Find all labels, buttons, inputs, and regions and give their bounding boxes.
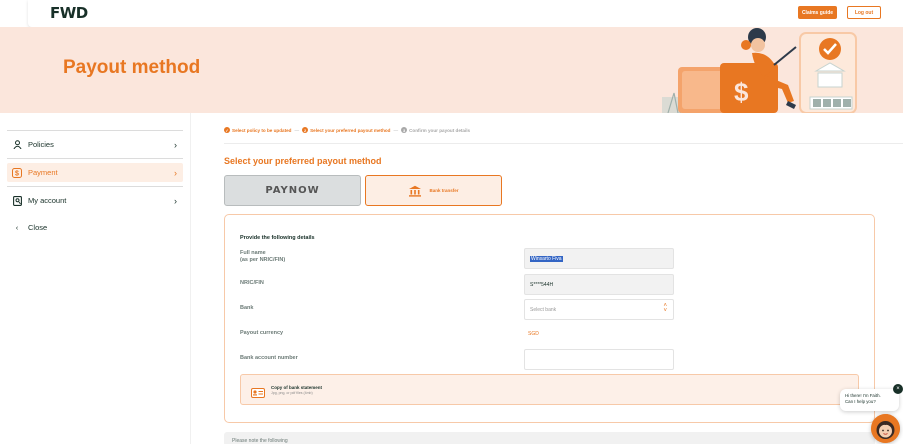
sidebar-item-my-account[interactable]: My account › [7, 191, 183, 210]
assistant-avatar-icon [871, 414, 900, 443]
nric-field[interactable]: S****544H [524, 274, 674, 295]
hero-banner: Payout method $ [0, 27, 903, 113]
sidebar-divider [7, 186, 183, 187]
sidebar-item-close[interactable]: ‹ Close [7, 218, 183, 237]
upload-title: Copy of bank statement [271, 385, 323, 390]
sidebar-item-label: Payment [28, 168, 58, 177]
payout-currency-value: SGD [528, 331, 539, 337]
step-select-policy: ✓ Select policy to be updated [224, 127, 292, 133]
sidebar-divider [7, 158, 183, 159]
step-separator: — [393, 127, 399, 133]
full-name-field[interactable]: Winsarto Fiva [524, 248, 674, 269]
upload-hint: Jpg, png, or pdf files (4mb) [271, 391, 313, 395]
step-current-icon: 2 [302, 127, 309, 133]
chevron-right-icon: › [174, 139, 177, 150]
chat-greeting-bubble[interactable]: Hi there! I'm Faith. Can I help you? [840, 389, 899, 411]
claims-guide-button[interactable]: Claims guide [798, 6, 837, 19]
select-arrows-icon: ˄ ˅ [663, 303, 667, 314]
section-title: Select your preferred payout method [224, 156, 382, 166]
step-done-icon: ✓ [224, 127, 230, 133]
paynow-option[interactable]: PAYNOW [224, 175, 361, 206]
chevron-left-icon: ‹ [15, 223, 19, 232]
user-icon [11, 140, 23, 149]
svg-text:$: $ [15, 170, 19, 177]
sidebar-item-label: Policies [28, 140, 54, 149]
notes-label: Please note the following [232, 438, 288, 444]
progress-stepper: ✓ Select policy to be updated — 2 Select… [224, 127, 470, 133]
chevron-right-icon: › [174, 195, 177, 206]
step-separator: — [294, 127, 300, 133]
bank-statement-upload[interactable]: Copy of bank statement Jpg, png, or pdf … [240, 374, 859, 405]
id-card-icon [251, 385, 265, 403]
nric-value: S****544H [530, 281, 554, 288]
hero-illustration: $ [662, 28, 857, 113]
notes-section: Please note the following [224, 432, 875, 444]
bank-account-label: Bank account number [240, 355, 298, 361]
paynow-logo: PAYNOW [265, 185, 320, 196]
dollar-icon: $ [11, 167, 23, 178]
full-name-label: Full name (as per NRIC/FIN) [240, 250, 286, 263]
details-heading: Provide the following details [240, 235, 315, 241]
top-navigation-bar: FWD Claims guide Log out [28, 0, 903, 27]
sidebar-item-policies[interactable]: Policies › [7, 135, 183, 154]
chat-avatar[interactable] [871, 414, 900, 443]
sidebar-item-label: My account [28, 196, 67, 205]
fwd-logo[interactable]: FWD [50, 4, 88, 22]
bank-account-input[interactable] [524, 349, 674, 370]
svg-text:$: $ [734, 77, 749, 107]
divider [224, 143, 903, 144]
sidebar: Policies › $ Payment › My account › ‹ Cl… [0, 113, 191, 444]
step-pending-icon: 3 [401, 127, 408, 133]
bank-icon [408, 185, 422, 197]
document-icon [11, 195, 23, 206]
step-confirm-details: 3 Confirm your payout details [401, 127, 471, 133]
step-select-payout: 2 Select your preferred payout method [302, 127, 391, 133]
nric-label: NRIC/FIN [240, 280, 264, 286]
bank-transfer-label: Bank transfer [429, 188, 459, 193]
bank-select-placeholder: Select bank [530, 306, 557, 313]
bank-label: Bank [240, 305, 254, 311]
logout-button[interactable]: Log out [847, 6, 881, 19]
sidebar-item-label: Close [28, 223, 48, 232]
sidebar-divider [7, 130, 183, 131]
bank-transfer-option[interactable]: Bank transfer [365, 175, 502, 206]
chevron-right-icon: › [174, 167, 177, 178]
sidebar-item-payment[interactable]: $ Payment › [7, 163, 183, 182]
bank-select[interactable]: Select bank ˄ ˅ [524, 299, 674, 320]
chat-close-icon[interactable]: × [893, 384, 903, 394]
payout-currency-label: Payout currency [240, 330, 284, 336]
page-title: Payout method [63, 57, 201, 78]
full-name-value: Winsarto Fiva [530, 255, 563, 262]
